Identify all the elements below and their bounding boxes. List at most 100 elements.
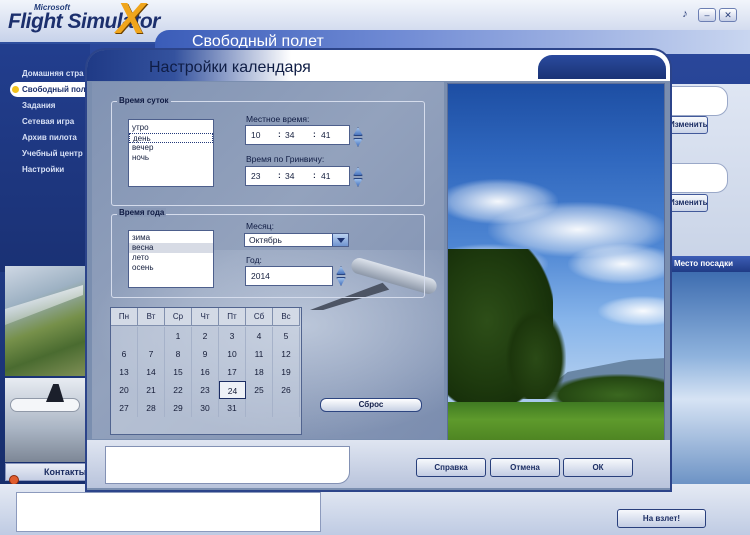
gmt-time-minutes[interactable]: 34	[285, 171, 294, 181]
nav-item-settings[interactable]: Настройки	[10, 162, 90, 177]
reset-button[interactable]: Сброс	[320, 398, 422, 412]
calendar-day[interactable]: 28	[138, 399, 165, 417]
year-field[interactable]: 2014	[245, 266, 333, 286]
calendar-day[interactable]: 9	[192, 345, 219, 363]
list-item[interactable]: лето	[129, 253, 213, 263]
list-item-highlighted[interactable]: весна	[129, 243, 213, 253]
calendar-day[interactable]: 10	[219, 345, 246, 363]
year-spinner[interactable]	[336, 266, 346, 286]
minimize-button[interactable]: –	[698, 8, 716, 22]
calendar-day[interactable]: 2	[192, 327, 219, 345]
calendar-day[interactable]: 27	[111, 399, 138, 417]
calendar-day[interactable]: 25	[246, 381, 273, 399]
calendar-day[interactable]: 7	[138, 345, 165, 363]
calendar-day[interactable]: 6	[111, 345, 138, 363]
logo-x: X	[116, 0, 146, 43]
calendar-day[interactable]: 21	[138, 381, 165, 399]
calendar-day[interactable]: 23	[192, 381, 219, 399]
calendar-day[interactable]: 29	[165, 399, 192, 417]
list-item[interactable]: зима	[129, 233, 213, 243]
list-item[interactable]: ночь	[129, 153, 213, 163]
spin-down-icon[interactable]	[353, 178, 363, 187]
local-time-spinner[interactable]	[353, 127, 363, 147]
calendar-day[interactable]: 3	[219, 327, 246, 345]
calendar-day[interactable]: 30	[192, 399, 219, 417]
sound-icon[interactable]: ♪	[676, 8, 694, 22]
calendar-day[interactable]: 22	[165, 381, 192, 399]
calendar-day[interactable]: 11	[246, 345, 273, 363]
contacts-label[interactable]: Контакты	[44, 467, 86, 477]
nav-item-free-flight[interactable]: Свободный пол	[10, 82, 90, 97]
calendar-day[interactable]: 31	[219, 399, 246, 417]
time-separator: :	[278, 129, 281, 139]
calendar-day[interactable]: 15	[165, 363, 192, 381]
time-separator: :	[278, 170, 281, 180]
list-item[interactable]: утро	[129, 123, 213, 133]
month-label: Месяц:	[246, 221, 274, 231]
spin-down-icon[interactable]	[353, 138, 363, 147]
calendar-day-selected[interactable]: 24	[219, 381, 246, 399]
time-separator: :	[313, 129, 316, 139]
cloud	[598, 296, 664, 326]
calendar-day[interactable]: 18	[246, 363, 273, 381]
month-select[interactable]: Октябрь	[244, 233, 349, 247]
gmt-time-seconds[interactable]: 41	[321, 171, 330, 181]
calendar-day[interactable]: 1	[165, 327, 192, 345]
calendar-day[interactable]: 5	[273, 327, 300, 345]
year-value[interactable]: 2014	[251, 271, 270, 281]
gmt-time-hours[interactable]: 23	[251, 171, 260, 181]
selected-dot-icon	[12, 86, 19, 93]
help-button[interactable]: Справка	[416, 458, 486, 477]
list-item-selected[interactable]: день	[129, 133, 213, 143]
time-of-day-list[interactable]: утро день вечер ночь	[128, 119, 214, 187]
spin-up-icon[interactable]	[353, 127, 363, 136]
calendar-day[interactable]: 14	[138, 363, 165, 381]
spin-up-icon[interactable]	[336, 266, 346, 275]
nav-item-label: Архив пилота	[22, 133, 77, 142]
calendar-day[interactable]: 20	[111, 381, 138, 399]
left-photo-aerial	[5, 266, 85, 376]
calendar-day[interactable]: 8	[165, 345, 192, 363]
local-time-seconds[interactable]: 41	[321, 130, 330, 140]
time-of-day-label: Время суток	[117, 96, 171, 105]
ok-button[interactable]: ОК	[563, 458, 633, 477]
gmt-time-spinner[interactable]	[353, 167, 363, 187]
background-tab-landing[interactable]: Место посадки	[660, 256, 750, 272]
spin-down-icon[interactable]	[336, 277, 346, 286]
calendar-day[interactable]: 19	[273, 363, 300, 381]
cancel-button[interactable]: Отмена	[490, 458, 560, 477]
calendar-weekday-header: Чт	[192, 308, 219, 326]
left-photo-airliner	[5, 378, 85, 462]
season-list[interactable]: зима весна лето осень	[128, 230, 214, 288]
spin-up-icon[interactable]	[353, 167, 363, 176]
list-item[interactable]: вечер	[129, 143, 213, 153]
local-time-field[interactable]: 10 : 34 : 41	[245, 125, 350, 145]
nav-item-learning-center[interactable]: Учебный центр	[10, 146, 90, 161]
airliner-fuselage	[10, 398, 80, 412]
takeoff-button[interactable]: На взлет!	[617, 509, 706, 528]
calendar-day[interactable]: 17	[219, 363, 246, 381]
calendar-day[interactable]: 12	[273, 345, 300, 363]
close-button[interactable]: ✕	[719, 8, 737, 22]
gmt-time-field[interactable]: 23 : 34 : 41	[245, 166, 350, 186]
nav-item-pilot-records[interactable]: Архив пилота	[10, 130, 90, 145]
calendar-grid: Пн Вт Ср Чт Пт Сб Вс 1 2 3 4 5 6 7 8 9 10 11 12 13 14 15 16 17 1…	[110, 307, 302, 435]
calendar-weekday-header: Сб	[246, 308, 273, 326]
nav-item-label: Свободный пол	[22, 85, 86, 94]
month-value: Октябрь	[249, 235, 282, 245]
calendar-day[interactable]: 4	[246, 327, 273, 345]
chevron-down-icon[interactable]	[332, 234, 348, 246]
nav-item-multiplayer[interactable]: Сетевая игра	[10, 114, 90, 129]
calendar-day[interactable]: 26	[273, 381, 300, 399]
calendar-weekday-header: Пн	[111, 308, 138, 326]
local-time-minutes[interactable]: 34	[285, 130, 294, 140]
nav-item-missions[interactable]: Задания	[10, 98, 90, 113]
nav-item-home[interactable]: Домашняя стра	[10, 66, 90, 81]
calendar-day[interactable]: 13	[111, 363, 138, 381]
nav-item-label: Сетевая игра	[22, 117, 75, 126]
calendar-day[interactable]: 16	[192, 363, 219, 381]
list-item[interactable]: осень	[129, 263, 213, 273]
nav-item-label: Задания	[22, 101, 56, 110]
cloud	[568, 244, 664, 284]
local-time-hours[interactable]: 10	[251, 130, 260, 140]
